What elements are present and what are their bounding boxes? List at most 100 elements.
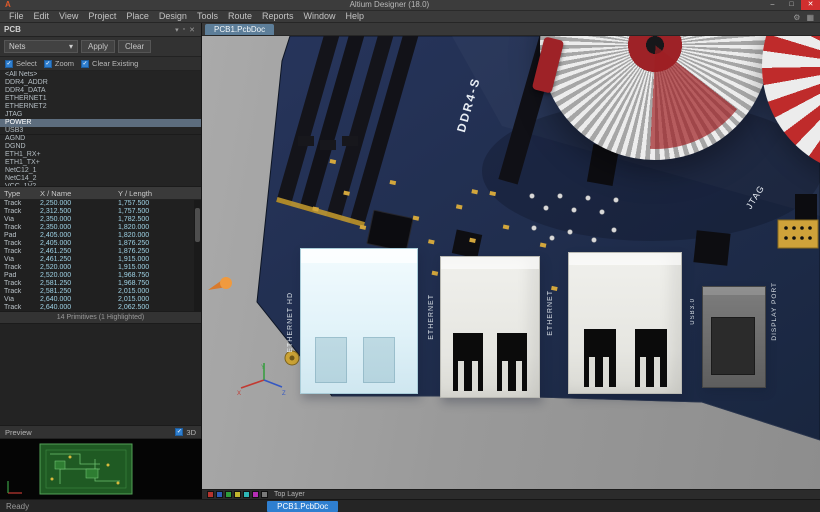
status-doc-badge[interactable]: PCB1.PcbDoc (267, 501, 338, 512)
net-class-item[interactable]: ETHERNET2 (0, 103, 201, 111)
apply-button[interactable]: Apply (81, 40, 115, 53)
displayport-connector[interactable] (702, 286, 766, 388)
grid-row[interactable]: Track 2,350.000 1,820.000 (0, 224, 201, 232)
layer-color-chip[interactable] (261, 491, 268, 498)
primitives-grid: Track 2,250.000 1,757.500 Track 2,312.50… (0, 200, 201, 312)
net-item[interactable]: DGND (0, 143, 201, 151)
jtag-header[interactable] (778, 220, 818, 248)
grid-row[interactable]: Via 2,461.250 1,915.000 (0, 256, 201, 264)
axis-y-label: Y (261, 365, 265, 371)
net-item[interactable]: ETH1_TX+ (0, 159, 201, 167)
menu-item[interactable]: Tools (192, 11, 223, 22)
grid-row[interactable]: Track 2,520.000 1,915.000 (0, 264, 201, 272)
dropdown-caret-icon: ▾ (69, 42, 73, 51)
grid-row[interactable]: Track 2,312.500 1,757.500 (0, 208, 201, 216)
rj45-port (497, 333, 527, 391)
net-class-item[interactable]: DDR4_DATA (0, 87, 201, 95)
pcb-panel-title: PCB (4, 25, 173, 34)
gear-icon[interactable]: ⚙ (793, 12, 800, 23)
document-tab-bar: PCB1.PcbDoc (202, 23, 820, 36)
checkbox-check-icon: ✓ (44, 60, 52, 68)
menu-item[interactable]: File (4, 11, 29, 22)
menu-item[interactable]: Edit (29, 11, 55, 22)
net-item[interactable]: NetC14_2 (0, 175, 201, 183)
grid-row[interactable]: Track 2,250.000 1,757.500 (0, 200, 201, 208)
connector-slot (315, 337, 347, 383)
preview-3d-toggle[interactable]: ✓ 3D (175, 428, 196, 437)
displayport-slot (711, 317, 755, 375)
grid-row[interactable]: Pad 2,405.000 1,820.000 (0, 232, 201, 240)
chevron-down-icon[interactable]: ▾ (173, 26, 181, 34)
toggle-check-icon: ✓ (175, 428, 183, 436)
grid-row[interactable]: Track 2,581.250 1,968.750 (0, 280, 201, 288)
layer-color-chip[interactable] (252, 491, 259, 498)
grid-scrollbar[interactable] (194, 200, 201, 312)
net-item[interactable]: ETH1_RX+ (0, 151, 201, 159)
net-class-item[interactable]: JTAG (0, 111, 201, 119)
port-contact (502, 361, 508, 391)
grid-col-type[interactable]: Type (0, 189, 36, 198)
net-class-item[interactable]: ETHERNET1 (0, 95, 201, 103)
board-preview[interactable] (0, 439, 201, 499)
silkscreen-ethernet-hd: ETHERNET HD (287, 292, 294, 353)
nets-list: AGNDDGNDETH1_RX+ETH1_TX+NetC12_1NetC14_2… (0, 135, 201, 187)
menu-item[interactable]: Design (154, 11, 192, 22)
panel-close-icon[interactable]: ✕ (187, 26, 197, 34)
layer-color-chip[interactable] (243, 491, 250, 498)
grid-col-y[interactable]: Y / Length (114, 189, 195, 198)
document-tab[interactable]: PCB1.PcbDoc (205, 24, 274, 35)
option-checkbox[interactable]: ✓ Select (5, 59, 37, 68)
layer-color-chip[interactable] (234, 491, 241, 498)
port-contact (589, 357, 595, 387)
layer-color-chip[interactable] (207, 491, 214, 498)
axis-gizmo[interactable]: X Y Z (236, 360, 288, 404)
board-preview-image (0, 439, 202, 499)
grid-scrollbar-thumb[interactable] (195, 208, 200, 242)
option-checkbox[interactable]: ✓ Zoom (44, 59, 74, 68)
grid-row[interactable]: Track 2,461.250 1,876.250 (0, 248, 201, 256)
net-class-item[interactable]: POWER (0, 119, 201, 127)
rj45-port (453, 333, 483, 391)
option-checkbox[interactable]: ✓ Clear Existing (81, 59, 138, 68)
layer-color-chip[interactable] (216, 491, 223, 498)
grid-row[interactable]: Via 2,350.000 1,782.500 (0, 216, 201, 224)
altium-designer-window: A Altium Designer (18.0) – □ ✕ FileEditV… (0, 0, 820, 512)
grid-row[interactable]: Track 2,640.000 2,062.500 (0, 304, 201, 312)
rj45-port (584, 329, 616, 387)
grid-col-x[interactable]: X / Name (36, 189, 114, 198)
net-class-item[interactable]: DDR4_ADDR (0, 79, 201, 87)
close-button[interactable]: ✕ (801, 0, 820, 10)
preview-label: Preview (5, 428, 175, 437)
net-item[interactable]: NetC12_1 (0, 167, 201, 175)
menu-item[interactable]: Window (299, 11, 341, 22)
menu-item[interactable]: Project (83, 11, 121, 22)
grid-row[interactable]: Track 2,581.250 2,015.000 (0, 288, 201, 296)
minimize-button[interactable]: – (763, 0, 782, 10)
pcb-panel-toolbar: Nets ▾ Apply Clear (0, 37, 201, 57)
net-class-item[interactable]: USB3 (0, 127, 201, 135)
active-layer-label[interactable]: Top Layer (274, 490, 305, 499)
title-bar: A Altium Designer (18.0) – □ ✕ (0, 0, 820, 11)
net-item[interactable]: AGND (0, 135, 201, 143)
menu-item[interactable]: View (54, 11, 83, 22)
grid-view-icon[interactable]: ▦ (806, 12, 814, 23)
pcb-panel: PCB ▾ ▫ ✕ Nets ▾ Apply Clear ✓ Select (0, 23, 202, 499)
clear-button[interactable]: Clear (118, 40, 151, 53)
ethernet-connector-1[interactable] (440, 256, 540, 398)
status-bar: Ready PCB1.PcbDoc (0, 499, 820, 512)
panel-mode-dropdown[interactable]: Nets ▾ (4, 40, 78, 53)
menu-item[interactable]: Help (341, 11, 370, 22)
menu-item[interactable]: Route (223, 11, 257, 22)
ethernet-connector-2[interactable] (568, 252, 682, 394)
menu-item[interactable]: Reports (257, 11, 299, 22)
maximize-button[interactable]: □ (782, 0, 801, 10)
grid-row[interactable]: Track 2,405.000 1,876.250 (0, 240, 201, 248)
layer-tab-bar: Top Layer (202, 489, 820, 499)
grid-row[interactable]: Via 2,640.000 2,015.000 (0, 296, 201, 304)
ethernet-hd-connector[interactable] (300, 248, 418, 394)
net-class-item[interactable]: <All Nets> (0, 71, 201, 79)
layer-color-chip[interactable] (225, 491, 232, 498)
menu-item[interactable]: Place (121, 11, 154, 22)
grid-row[interactable]: Pad 2,520.000 1,968.750 (0, 272, 201, 280)
3d-viewport[interactable]: DDR4-S ETHERNET HD ETHERNET ETHERNET USB… (202, 36, 820, 489)
